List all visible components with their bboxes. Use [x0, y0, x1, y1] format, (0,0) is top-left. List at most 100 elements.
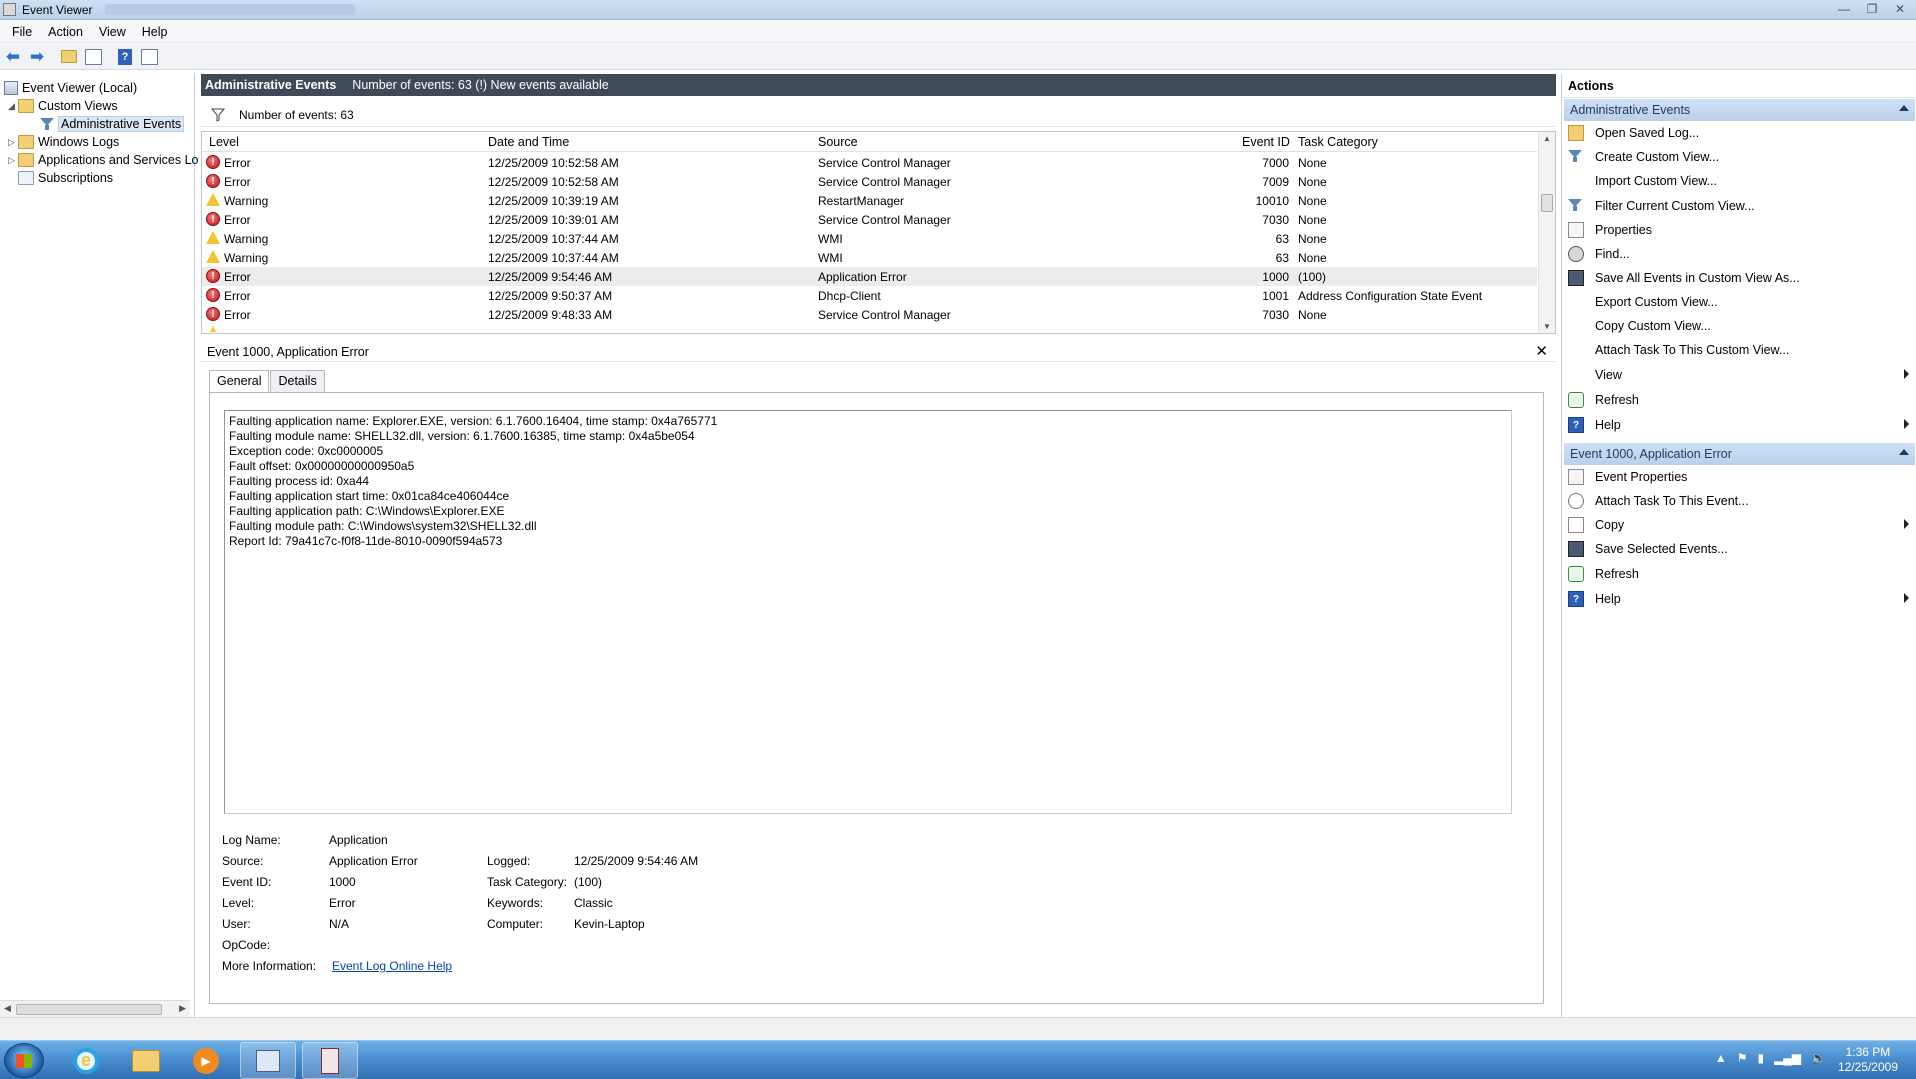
table-row[interactable]: ! Error 12/25/2009 10:39:01 AM Service C…	[202, 210, 1537, 229]
menu-help[interactable]: Help	[134, 25, 176, 39]
action-event-properties[interactable]: Event Properties	[1562, 466, 1916, 488]
show-hide-action-pane-icon[interactable]	[138, 46, 160, 68]
action-save-selected-events[interactable]: Save Selected Events...	[1562, 538, 1916, 560]
table-row[interactable]: ! Error 12/25/2009 9:48:33 AM Service Co…	[202, 305, 1537, 324]
row-category: None	[1298, 213, 1327, 227]
column-header-level[interactable]: Level	[209, 135, 239, 149]
taskbar-notepad[interactable]	[302, 1042, 358, 1079]
action-refresh[interactable]: Refresh	[1562, 389, 1916, 411]
close-icon[interactable]: ✕	[1535, 342, 1548, 360]
event-log-online-help-link[interactable]: Event Log Online Help	[332, 959, 452, 973]
open-folder-icon	[1568, 125, 1584, 141]
events-vertical-scrollbar[interactable]: ▲ ▼	[1538, 132, 1555, 333]
tree-item-applications-and-services[interactable]: ▷ Applications and Services Lo	[8, 151, 199, 169]
show-hide-tree-icon[interactable]	[82, 46, 104, 68]
error-icon: !	[206, 155, 220, 169]
table-row[interactable]: Warning 12/25/2009 10:39:19 AM RestartMa…	[202, 191, 1537, 210]
up-folder-icon[interactable]	[58, 46, 80, 68]
scroll-up-arrow-icon[interactable]: ▲	[1543, 134, 1551, 143]
scroll-down-arrow-icon[interactable]: ▼	[1543, 322, 1551, 331]
action-create-custom-view[interactable]: Create Custom View...	[1562, 146, 1916, 168]
menu-file[interactable]: File	[4, 25, 40, 39]
back-arrow-icon[interactable]: ⬅	[2, 46, 24, 68]
menu-view[interactable]: View	[91, 25, 134, 39]
tree-item-event-viewer-local[interactable]: Event Viewer (Local)	[4, 79, 137, 97]
minimize-button[interactable]: —	[1830, 0, 1858, 18]
table-row[interactable]: Warning 12/25/2009 10:37:44 AM WMI 63 No…	[202, 248, 1537, 267]
message-line: Faulting process id: 0xa44	[229, 474, 370, 488]
row-event-id: 63	[1275, 232, 1289, 246]
actions-group-event-1000[interactable]: Event 1000, Application Error	[1564, 443, 1915, 465]
action-help[interactable]: ? Help	[1562, 414, 1916, 436]
table-row-selected[interactable]: ! Error 12/25/2009 9:54:46 AM Applicatio…	[202, 267, 1537, 286]
tab-general[interactable]: General	[209, 370, 270, 393]
column-header-source[interactable]: Source	[818, 135, 858, 149]
collapse-caret-icon[interactable]	[1899, 449, 1909, 455]
action-save-all-events[interactable]: Save All Events in Custom View As...	[1562, 267, 1916, 289]
column-header-event-id[interactable]: Event ID	[1242, 135, 1290, 149]
tree-item-windows-logs[interactable]: ▷ Windows Logs	[8, 133, 119, 151]
start-button[interactable]	[4, 1043, 44, 1078]
action-copy[interactable]: Copy	[1562, 514, 1916, 536]
column-header-task-category[interactable]: Task Category	[1298, 135, 1378, 149]
power-icon[interactable]: ▮	[1757, 1051, 1764, 1065]
action-import-custom-view[interactable]: Import Custom View...	[1562, 170, 1916, 192]
maximize-button[interactable]: ❐	[1858, 0, 1886, 18]
actions-group-administrative-events[interactable]: Administrative Events	[1564, 99, 1915, 121]
warning-icon	[206, 326, 220, 332]
action-label: Open Saved Log...	[1595, 126, 1700, 140]
expand-triangle-icon[interactable]: ▷	[8, 155, 18, 166]
tree-horizontal-scrollbar[interactable]: ◀ ▶	[0, 1000, 190, 1017]
tree-item-subscriptions[interactable]: Subscriptions	[18, 169, 113, 187]
help-icon[interactable]: ?	[114, 46, 136, 68]
taskbar-internet-explorer[interactable]: e	[58, 1042, 114, 1079]
action-attach-task-custom-view[interactable]: Attach Task To This Custom View...	[1562, 339, 1916, 361]
volume-icon[interactable]: 🔈	[1811, 1051, 1826, 1065]
taskbar-event-viewer[interactable]	[240, 1042, 296, 1079]
table-row[interactable]: ! Error 12/25/2009 9:50:37 AM Dhcp-Clien…	[202, 286, 1537, 305]
task-category-label: Task Category:	[487, 875, 568, 889]
action-properties[interactable]: Properties	[1562, 219, 1916, 241]
show-hidden-icons-icon[interactable]: ▲	[1715, 1051, 1727, 1065]
folder-icon	[18, 99, 34, 113]
event-message-textbox[interactable]: Faulting application name: Explorer.EXE,…	[224, 410, 1512, 814]
scrollbar-thumb[interactable]	[16, 1004, 162, 1015]
forward-arrow-icon[interactable]: ➡	[26, 46, 48, 68]
message-line: Report Id: 79a41c7c-f0f8-11de-8010-0090f…	[229, 534, 503, 548]
clock[interactable]: 1:36 PM 12/25/2009	[1838, 1045, 1898, 1075]
collapse-triangle-icon[interactable]: ◢	[8, 101, 18, 112]
action-center-flag-icon[interactable]: ⚑	[1737, 1051, 1748, 1065]
action-refresh-event[interactable]: Refresh	[1562, 563, 1916, 585]
taskbar-media-player[interactable]: ▶	[178, 1042, 234, 1079]
taskbar-windows-explorer[interactable]	[118, 1042, 174, 1079]
menu-action[interactable]: Action	[40, 25, 91, 39]
table-row-partial[interactable]	[202, 324, 1537, 332]
table-row[interactable]: ! Error 12/25/2009 10:52:58 AM Service C…	[202, 153, 1537, 172]
action-filter-current-custom-view[interactable]: Filter Current Custom View...	[1562, 195, 1916, 217]
action-find[interactable]: Find...	[1562, 243, 1916, 265]
table-row[interactable]: Warning 12/25/2009 10:37:44 AM WMI 63 No…	[202, 229, 1537, 248]
tab-details[interactable]: Details	[270, 370, 325, 392]
filter-funnel-icon	[211, 108, 225, 122]
network-signal-icon[interactable]: ▂▄▆	[1774, 1051, 1801, 1065]
action-attach-task-event[interactable]: Attach Task To This Event...	[1562, 490, 1916, 512]
action-export-custom-view[interactable]: Export Custom View...	[1562, 291, 1916, 313]
tree-item-administrative-events[interactable]: Administrative Events	[40, 115, 185, 133]
filter-icon	[1568, 198, 1584, 214]
action-open-saved-log[interactable]: Open Saved Log...	[1562, 122, 1916, 144]
action-help-event[interactable]: ? Help	[1562, 588, 1916, 610]
action-copy-custom-view[interactable]: Copy Custom View...	[1562, 315, 1916, 337]
scroll-right-arrow-icon[interactable]: ▶	[179, 1003, 186, 1014]
table-row[interactable]: ! Error 12/25/2009 10:52:58 AM Service C…	[202, 172, 1537, 191]
collapse-caret-icon[interactable]	[1899, 105, 1909, 111]
action-view[interactable]: View	[1562, 364, 1916, 386]
expand-triangle-icon[interactable]: ▷	[8, 137, 18, 148]
scroll-left-arrow-icon[interactable]: ◀	[4, 1003, 11, 1014]
table-header: Level Date and Time Source Event ID Task…	[202, 132, 1537, 152]
column-header-date-time[interactable]: Date and Time	[488, 135, 569, 149]
warning-icon	[206, 250, 220, 263]
close-window-button[interactable]: ✕	[1886, 0, 1914, 18]
center-pane-title: Administrative Events	[205, 78, 337, 92]
tree-item-custom-views[interactable]: ◢ Custom Views	[8, 97, 118, 115]
scrollbar-thumb[interactable]	[1541, 194, 1553, 212]
